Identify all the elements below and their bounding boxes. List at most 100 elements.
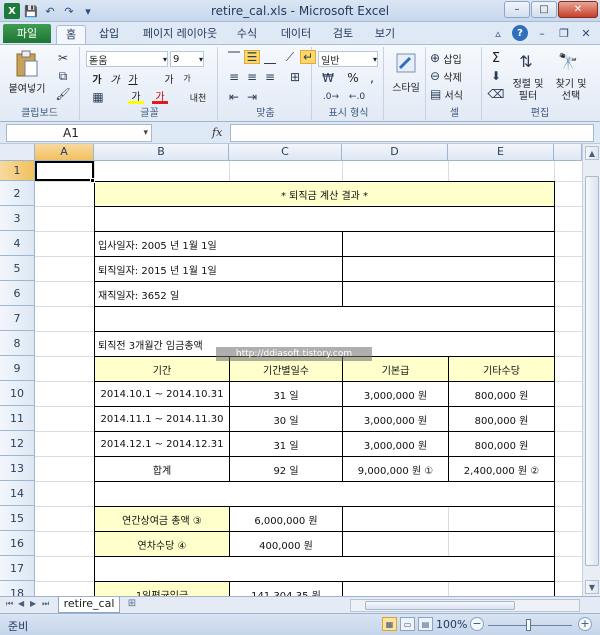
column-header-b[interactable]: B — [94, 144, 229, 161]
row-header-8[interactable]: 8 — [0, 331, 35, 356]
delete-cells-button[interactable]: ⊖ 삭제 — [430, 69, 480, 84]
table-row[interactable]: 2014.10.1 ~ 2014.10.31 — [94, 381, 230, 407]
prev-sheet-icon[interactable]: ◀ — [18, 599, 24, 608]
row-header-18[interactable]: 18 — [0, 581, 35, 596]
tab-view[interactable]: 보기 — [370, 25, 400, 44]
fill-handle[interactable] — [90, 178, 95, 183]
cell-b7[interactable] — [94, 306, 555, 332]
cell-d16[interactable] — [342, 531, 555, 557]
workbook-minimize-icon[interactable]: – — [534, 25, 550, 41]
formula-input[interactable] — [230, 124, 594, 142]
paste-icon[interactable] — [10, 49, 44, 79]
chevron-down-icon[interactable]: ▾ — [143, 125, 148, 141]
styles-icon[interactable] — [394, 51, 418, 75]
annual-leave-label[interactable]: 연차수당 ④ — [94, 531, 230, 557]
total-label[interactable]: 합계 — [94, 456, 230, 482]
column-header-c[interactable]: C — [229, 144, 342, 161]
sort-filter-icon[interactable]: ⇅ — [514, 49, 538, 73]
table-row[interactable]: 2014.11.1 ~ 2014.11.30 — [94, 406, 230, 432]
font-size-dropdown[interactable]: 9 ▾ — [170, 51, 204, 67]
workbook-restore-icon[interactable]: ❐ — [556, 25, 572, 41]
table-row[interactable]: 2014.12.1 ~ 2014.12.31 — [94, 431, 230, 457]
row-header-16[interactable]: 16 — [0, 531, 35, 556]
comma-button[interactable]: , — [366, 71, 378, 85]
column-header-a[interactable]: A — [35, 144, 94, 161]
row-header-11[interactable]: 11 — [0, 406, 35, 431]
cell-b14[interactable] — [94, 481, 555, 507]
table-header-allowance[interactable]: 기타수당 — [448, 356, 555, 382]
row-header-7[interactable]: 7 — [0, 306, 35, 331]
column-header-d[interactable]: D — [342, 144, 448, 161]
row-header-5[interactable]: 5 — [0, 256, 35, 281]
next-sheet-icon[interactable]: ▶ — [30, 599, 36, 608]
scroll-up-icon[interactable]: ▲ — [585, 146, 599, 160]
sheet-tab-retire-cal[interactable]: retire_cal — [58, 597, 120, 613]
cell-d6[interactable] — [342, 281, 555, 307]
align-center-icon[interactable]: ≡ — [244, 70, 260, 84]
row-header-15[interactable]: 15 — [0, 506, 35, 531]
name-box[interactable]: A1 ▾ — [6, 124, 152, 142]
row-header-14[interactable]: 14 — [0, 481, 35, 506]
font-color-button[interactable]: 가 — [152, 90, 168, 104]
table-row[interactable]: 3,000,000 원 — [342, 406, 449, 432]
align-right-icon[interactable]: ≡ — [262, 70, 278, 84]
phonetic-button[interactable]: 내천 — [186, 90, 210, 104]
row-header-2[interactable]: 2 — [0, 181, 35, 206]
table-row[interactable]: 800,000 원 — [448, 431, 555, 457]
service-days-cell[interactable]: 재직일자: 3652 일 — [94, 281, 343, 307]
minimize-button[interactable]: – — [504, 1, 530, 18]
borders-icon[interactable]: ▦ — [90, 90, 106, 104]
underline-button[interactable]: 가 — [126, 71, 140, 86]
fill-icon[interactable]: ⬇ — [488, 69, 504, 83]
result-title[interactable]: * 퇴직금 계산 결과 * — [94, 181, 555, 207]
shrink-font-button[interactable]: 가 — [180, 71, 194, 85]
horizontal-scrollbar[interactable] — [350, 599, 580, 612]
tab-file[interactable]: 파일 — [3, 24, 51, 43]
cell-d15[interactable] — [342, 506, 555, 532]
row-header-4[interactable]: 4 — [0, 231, 35, 256]
table-row[interactable]: 31 일 — [229, 381, 343, 407]
close-button[interactable]: ✕ — [558, 1, 598, 18]
maximize-button[interactable]: □ — [531, 1, 557, 18]
cut-icon[interactable]: ✂ — [55, 51, 71, 65]
total-days[interactable]: 92 일 — [229, 456, 343, 482]
table-row[interactable]: 800,000 원 — [448, 381, 555, 407]
insert-sheet-icon[interactable]: ⊞ — [122, 598, 142, 612]
align-middle-icon[interactable]: ☰ — [244, 50, 260, 64]
font-name-dropdown[interactable]: 돋움 ▾ — [86, 51, 168, 67]
autosum-button[interactable]: Σ — [488, 51, 504, 66]
tab-formulas[interactable]: 수식 — [232, 25, 262, 44]
column-header-e[interactable]: E — [448, 144, 554, 161]
row-header-3[interactable]: 3 — [0, 206, 35, 231]
horizontal-scroll-thumb[interactable] — [365, 601, 515, 610]
decrease-indent-icon[interactable]: ⇤ — [226, 90, 242, 104]
tab-insert[interactable]: 삽입 — [94, 25, 124, 44]
styles-button[interactable]: 스타일 — [386, 79, 426, 94]
tab-review[interactable]: 검토 — [328, 25, 358, 44]
annual-leave-value[interactable]: 400,000 원 — [229, 531, 343, 557]
fill-color-button[interactable]: 가 — [128, 90, 144, 104]
last-sheet-icon[interactable]: ⏭ — [42, 599, 49, 609]
vertical-scrollbar[interactable]: ▲ ▼ — [582, 144, 600, 596]
decrease-decimal-icon[interactable]: ←.0 — [346, 90, 368, 104]
zoom-in-icon[interactable]: + — [578, 617, 592, 631]
increase-decimal-icon[interactable]: .0→ — [320, 90, 342, 104]
table-row[interactable]: 800,000 원 — [448, 406, 555, 432]
hire-date-cell[interactable]: 입사일자: 2005 년 1월 1일 — [94, 231, 343, 257]
active-cell-a1[interactable] — [35, 161, 94, 181]
tab-page-layout[interactable]: 페이지 레이아웃 — [138, 25, 222, 44]
currency-icon[interactable]: ₩ — [320, 71, 336, 85]
find-select-button[interactable]: 찾기 및 선택 — [550, 77, 592, 105]
row-header-13[interactable]: 13 — [0, 456, 35, 481]
zoom-out-icon[interactable]: − — [470, 617, 484, 631]
increase-indent-icon[interactable]: ⇥ — [244, 90, 260, 104]
table-row[interactable]: 3,000,000 원 — [342, 381, 449, 407]
cell-d18[interactable] — [342, 581, 555, 596]
cell-d5[interactable] — [342, 256, 555, 282]
annual-bonus-value[interactable]: 6,000,000 원 — [229, 506, 343, 532]
format-painter-icon[interactable]: 🖌 — [55, 87, 71, 101]
cell-b17[interactable] — [94, 556, 555, 582]
total-allowance[interactable]: 2,400,000 원 ② — [448, 456, 555, 482]
cell-d4[interactable] — [342, 231, 555, 257]
table-row[interactable]: 3,000,000 원 — [342, 431, 449, 457]
